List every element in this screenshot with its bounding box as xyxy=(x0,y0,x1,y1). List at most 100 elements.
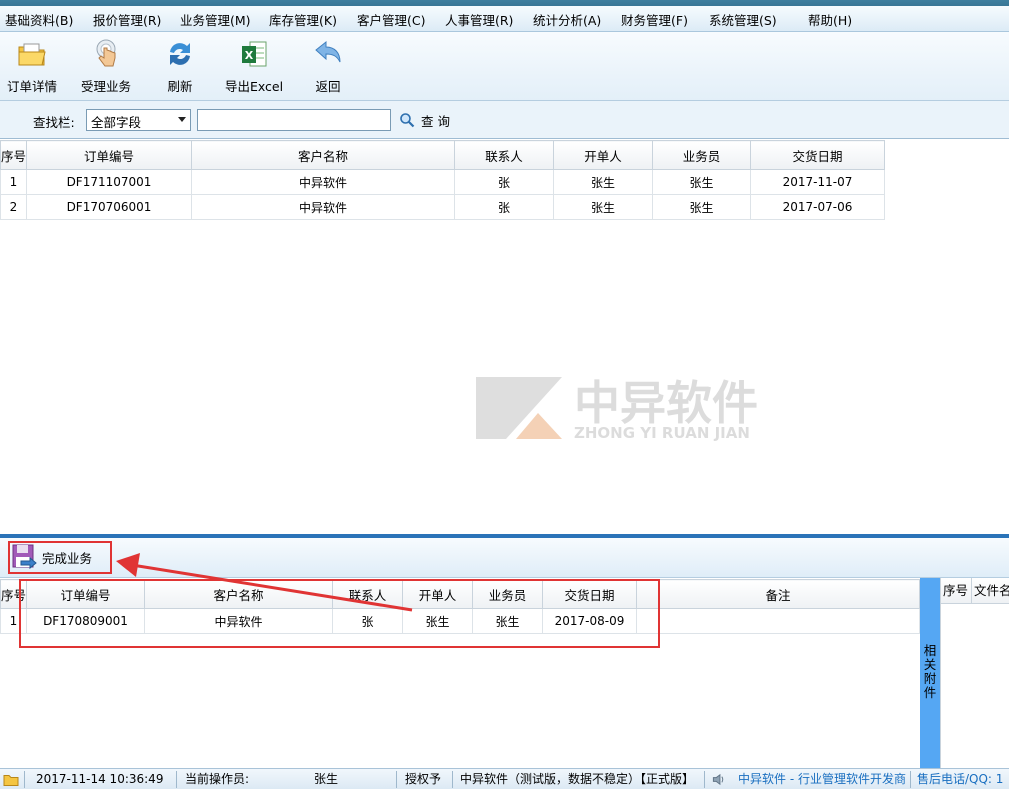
menu-item-6[interactable]: 统计分析(A) xyxy=(533,10,601,29)
attachments-toggle[interactable]: 相关附件 xyxy=(920,578,940,768)
folder-open-icon xyxy=(18,43,46,66)
menu-item-1[interactable]: 报价管理(R) xyxy=(93,10,161,29)
menu-item-8[interactable]: 系统管理(S) xyxy=(709,10,777,29)
watermark-en-text: ZHONG YI RUAN JIAN xyxy=(574,424,750,441)
orders-header-4[interactable]: 开单人 xyxy=(553,140,653,170)
completed-header-4[interactable]: 开单人 xyxy=(402,579,473,609)
orders-cell: 2017-11-07 xyxy=(750,169,885,195)
orders-cell: 张生 xyxy=(652,169,751,195)
status-license: 中异软件（测试版，数据不稳定）【正式版】 xyxy=(460,772,695,786)
status-vendor[interactable]: 中异软件 - 行业管理软件开发商 xyxy=(738,771,906,788)
completed-cell: 张生 xyxy=(402,608,473,634)
excel-icon: X xyxy=(242,41,267,67)
orders-grid: 序号 订单编号 客户名称 联系人 开单人 业务员 交货日期 1 DF171107001 中异软件… xyxy=(0,140,885,220)
completed-cell: 2017-08-09 xyxy=(542,608,637,634)
search-input[interactable] xyxy=(197,109,391,131)
completed-header-1[interactable]: 订单编号 xyxy=(26,579,145,609)
completed-cell: 张 xyxy=(332,608,403,634)
chevron-down-icon xyxy=(178,117,186,122)
back-arrow-icon xyxy=(315,40,341,63)
svg-text:X: X xyxy=(245,49,254,62)
complete-business-label: 完成业务 xyxy=(42,551,93,566)
hand-touch-icon xyxy=(96,39,116,67)
completed-header-3[interactable]: 联系人 xyxy=(332,579,403,609)
orders-cell: 中异软件 xyxy=(191,169,455,195)
menu-item-9[interactable]: 帮助(H) xyxy=(808,10,852,29)
orders-header-2[interactable]: 客户名称 xyxy=(191,140,455,170)
orders-header-0[interactable]: 序号 xyxy=(0,140,27,170)
orders-header-1[interactable]: 订单编号 xyxy=(26,140,192,170)
menu-item-4[interactable]: 客户管理(C) xyxy=(357,10,425,29)
orders-cell: DF171107001 xyxy=(26,169,192,195)
complete-business-button[interactable]: 完成业务 xyxy=(8,541,112,574)
toolbar: 订单详情 受理业务 刷新 X 导出Excel 返回 xyxy=(0,32,1009,101)
orders-cell: DF170706001 xyxy=(26,194,192,220)
accept-business-button[interactable]: 受理业务 xyxy=(74,38,138,96)
attachments-panel: 序号 文件名 xyxy=(940,578,1009,768)
search-field-value: 全部字段 xyxy=(91,115,142,130)
search-field-select[interactable]: 全部字段 xyxy=(86,109,191,131)
refresh-button[interactable]: 刷新 xyxy=(148,38,212,96)
attachments-header-index: 序号 xyxy=(941,578,972,604)
orders-cell: 2 xyxy=(0,194,27,220)
refresh-icon xyxy=(170,43,190,65)
accept-business-label: 受理业务 xyxy=(80,79,131,94)
table-row[interactable]: 2 DF170706001 中异软件张张生 张生 2017-07-06 xyxy=(0,194,885,220)
orders-cell: 张 xyxy=(454,169,554,195)
completed-cell: 1 xyxy=(0,608,27,634)
menu-item-5[interactable]: 人事管理(R) xyxy=(445,10,513,29)
completed-grid: 序号 订单编号 客户名称 联系人 开单人 业务员 交货日期 备注 1 DF170809001 中异… xyxy=(0,579,920,634)
search-label: 查找栏: xyxy=(33,115,75,130)
menu-item-7[interactable]: 财务管理(F) xyxy=(621,10,688,29)
completed-header-2[interactable]: 客户名称 xyxy=(144,579,333,609)
completed-header-0[interactable]: 序号 xyxy=(0,579,27,609)
search-bar: 查找栏: 全部字段 查 询 xyxy=(0,101,1009,139)
orders-cell: 1 xyxy=(0,169,27,195)
export-excel-label: 导出Excel xyxy=(224,79,284,94)
orders-cell: 2017-07-06 xyxy=(750,194,885,220)
orders-cell: 张 xyxy=(454,194,554,220)
orders-header-6[interactable]: 交货日期 xyxy=(750,140,885,170)
attachments-header-filename: 文件名 xyxy=(972,578,1009,604)
completed-header-7[interactable]: 备注 xyxy=(636,579,920,609)
menu-item-2[interactable]: 业务管理(M) xyxy=(180,10,251,29)
export-excel-button[interactable]: X 导出Excel xyxy=(222,38,286,96)
attachments-side-label: 相关附件 xyxy=(923,643,937,700)
orders-header-5[interactable]: 业务员 xyxy=(652,140,751,170)
refresh-label: 刷新 xyxy=(167,79,193,94)
watermark-cn-text: 中异软件 xyxy=(574,376,758,430)
completed-header-6[interactable]: 交货日期 xyxy=(542,579,637,609)
status-license-label: 授权予 xyxy=(405,772,442,786)
completed-cell: DF170809001 xyxy=(26,608,145,634)
orders-cell: 张生 xyxy=(553,169,653,195)
folder-icon xyxy=(3,775,19,786)
save-exit-icon xyxy=(12,544,37,569)
status-bar: 2017-11-14 10:36:49 当前操作员: 张生 授权予 中异软件（测… xyxy=(0,768,1009,789)
order-detail-label: 订单详情 xyxy=(6,79,57,94)
completed-grid-area: 序号 订单编号 客户名称 联系人 开单人 业务员 交货日期 备注 1 DF170809001 中异… xyxy=(0,578,920,768)
orders-cell: 张生 xyxy=(553,194,653,220)
table-row[interactable]: 1 DF171107001 中异软件张张生 张生 2017-11-07 xyxy=(0,169,885,195)
table-row[interactable]: 1 DF170809001 中异软件张张生 张生 2017-08-09 xyxy=(0,608,920,634)
orders-cell: 张生 xyxy=(652,194,751,220)
lower-toolbar: 完成业务 xyxy=(0,538,1009,578)
status-datetime: 2017-11-14 10:36:49 xyxy=(36,772,164,786)
completed-cell: 张生 xyxy=(472,608,543,634)
status-hotline: 售后电话/QQ: 1 xyxy=(917,772,1004,786)
status-operator: 张生 xyxy=(314,772,339,786)
search-icon xyxy=(400,113,415,128)
orders-grid-area: 序号 订单编号 客户名称 联系人 开单人 业务员 交货日期 1 DF171107001 中异软件… xyxy=(0,140,1009,534)
order-detail-button[interactable]: 订单详情 xyxy=(0,38,64,96)
completed-cell xyxy=(636,608,920,634)
menu-item-0[interactable]: 基础资料(B) xyxy=(5,10,73,29)
completed-header-5[interactable]: 业务员 xyxy=(472,579,543,609)
back-button[interactable]: 返回 xyxy=(296,38,360,96)
speaker-icon[interactable] xyxy=(711,772,727,787)
back-label: 返回 xyxy=(315,79,341,94)
search-button[interactable]: 查 询 xyxy=(399,110,450,130)
orders-cell: 中异软件 xyxy=(191,194,455,220)
search-button-label: 查 询 xyxy=(421,113,450,129)
menu-bar: 基础资料(B) 报价管理(R) 业务管理(M) 库存管理(K) 客户管理(C) 人事管理(… xyxy=(0,0,1009,32)
orders-header-3[interactable]: 联系人 xyxy=(454,140,554,170)
menu-item-3[interactable]: 库存管理(K) xyxy=(269,10,337,29)
